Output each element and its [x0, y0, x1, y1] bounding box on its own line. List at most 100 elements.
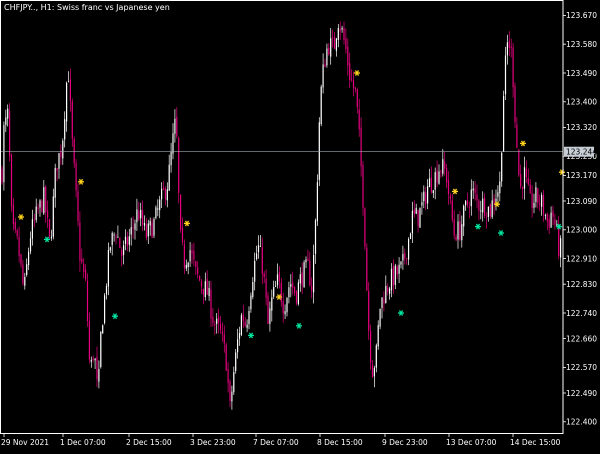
- candle-body: [265, 278, 267, 298]
- candle-body: [187, 262, 189, 268]
- candle-body: [326, 48, 328, 66]
- candle-body: [423, 191, 425, 202]
- candle-body: [33, 219, 35, 221]
- candle-body: [257, 245, 260, 253]
- candle-body: [487, 206, 489, 217]
- candle-body: [527, 178, 529, 185]
- candle-body: [225, 344, 227, 371]
- candle-body: [470, 189, 472, 207]
- candle: [362, 161, 364, 216]
- candle-body: [123, 245, 125, 255]
- candle-body: [229, 381, 231, 401]
- candle-body: [417, 209, 419, 227]
- candle-body: [79, 222, 81, 261]
- candle-body: [389, 288, 391, 294]
- candle-body: [248, 310, 250, 325]
- candle-body: [5, 117, 7, 126]
- candle: [102, 324, 104, 334]
- candle-body: [39, 200, 41, 208]
- candle-body: [212, 316, 214, 323]
- candle-body: [149, 221, 151, 226]
- candle-body: [56, 167, 58, 171]
- candle-body: [392, 266, 394, 286]
- candle-body: [539, 203, 541, 205]
- candle: [364, 207, 366, 251]
- candle-body: [480, 210, 482, 212]
- candle-body: [356, 88, 358, 108]
- candle-body: [440, 170, 442, 172]
- candle-body: [482, 198, 484, 213]
- candle: [518, 149, 520, 178]
- candle-body: [208, 288, 210, 297]
- candle-body: [339, 29, 341, 32]
- candle-body: [50, 236, 52, 239]
- candle-body: [314, 220, 317, 254]
- candle-body: [318, 122, 320, 180]
- candle-body: [484, 197, 486, 217]
- candle-body: [96, 356, 98, 380]
- candle-body: [305, 259, 307, 263]
- candle-body: [474, 188, 476, 193]
- candle-body: [457, 221, 459, 240]
- candle-body: [322, 64, 324, 88]
- candle: [9, 103, 11, 162]
- candle-body: [94, 358, 96, 361]
- candle-body: [102, 325, 104, 334]
- candle-body: [52, 196, 54, 237]
- candle-body: [333, 37, 336, 49]
- candle-body: [510, 46, 512, 48]
- candle-body: [459, 220, 461, 240]
- candle-body: [491, 200, 493, 218]
- candle-body: [159, 199, 161, 211]
- price-chart[interactable]: 123.670 123.580 123.490 123.400 123.320 123.2…: [0, 0, 600, 450]
- y-tick-label: 122.490: [566, 389, 597, 398]
- candle-body: [162, 187, 165, 190]
- candle-body: [200, 281, 203, 287]
- candle-body: [438, 171, 440, 184]
- y-tick-label: 123.400: [566, 98, 597, 107]
- candle-body: [7, 108, 9, 119]
- candle-body: [309, 260, 311, 286]
- candle-body: [427, 186, 429, 204]
- candle-body: [299, 274, 301, 284]
- candle-body: [332, 37, 334, 39]
- x-tick-label: 3 Dec 23:00: [190, 438, 236, 447]
- candle-body: [100, 331, 102, 368]
- candle-body: [242, 314, 244, 321]
- candle-body: [446, 167, 448, 183]
- candle-body: [223, 334, 225, 344]
- candle-body: [512, 47, 514, 88]
- candle-body: [134, 223, 136, 230]
- y-tick-label: 123.670: [566, 11, 597, 20]
- candle-body: [107, 250, 109, 287]
- candle-body: [406, 258, 408, 260]
- candle-body: [115, 236, 117, 238]
- candle-body: [466, 200, 469, 205]
- candle-body: [546, 213, 548, 222]
- candle-body: [292, 282, 294, 288]
- candle-body: [250, 295, 252, 310]
- candle-body: [453, 219, 455, 236]
- candle-body: [210, 289, 212, 319]
- candle-body: [140, 209, 142, 219]
- candle-body: [347, 46, 349, 66]
- candle-body: [295, 291, 298, 303]
- candle-body: [379, 308, 381, 327]
- candle-body: [303, 262, 305, 288]
- candle-body: [341, 27, 343, 30]
- candle-body: [529, 184, 531, 194]
- candle-body: [77, 191, 79, 222]
- candle-body: [256, 253, 258, 260]
- chart-canvas[interactable]: 123.670 123.580 123.490 123.400 123.320 123.2…: [0, 0, 600, 450]
- candle-body: [320, 86, 322, 125]
- candle-body: [447, 180, 450, 195]
- candle-body: [307, 258, 309, 261]
- candle-body: [542, 194, 545, 215]
- candle-body: [3, 125, 5, 183]
- candle-body: [408, 238, 410, 260]
- candle: [379, 308, 381, 330]
- candle-body: [398, 264, 400, 274]
- candle-body: [202, 288, 204, 295]
- candle-body: [199, 275, 201, 281]
- candle-body: [98, 368, 100, 382]
